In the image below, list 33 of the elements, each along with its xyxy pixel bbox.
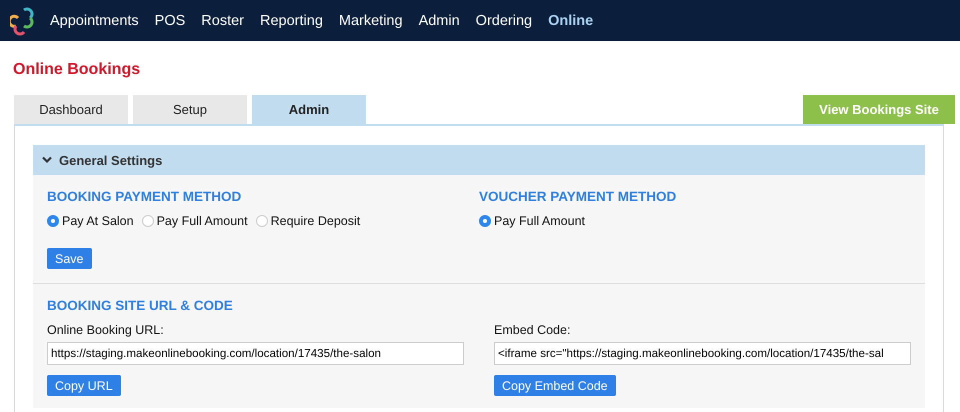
radio-option[interactable]: Pay At Salon [47,214,134,228]
copy-button[interactable]: Copy URL [47,375,121,396]
nav-link[interactable]: Roster [201,12,244,28]
nav-link[interactable]: Appointments [50,12,139,28]
radio-option[interactable]: Pay Full Amount [479,214,586,228]
copy-button[interactable]: Copy Embed Code [494,375,616,396]
nav-link[interactable]: Ordering [476,12,532,28]
nav-link[interactable]: Online [548,12,594,28]
section-heading: BOOKING PAYMENT METHOD [47,189,242,204]
radio-icon[interactable] [479,215,491,227]
nav-link[interactable]: Reporting [260,12,323,28]
chevron-icon [42,156,52,164]
field-label: Embed Code: [494,323,572,337]
radio-icon[interactable] [256,215,268,227]
logo-icon [10,6,36,36]
tab[interactable]: Dashboard [14,95,128,124]
field-label: Online Booking URL: [47,323,165,337]
tab[interactable]: Setup [133,95,247,124]
input-field[interactable]: https://staging.makeonlinebooking.com/location/17435/the-salon [47,342,464,365]
radio-icon[interactable] [47,215,59,227]
section-heading: BOOKING SITE URL & CODE [47,298,234,313]
page-title: Online Bookings [13,61,142,79]
nav-link[interactable]: Marketing [338,12,403,28]
radio-option[interactable]: Pay Full Amount [142,214,248,228]
radio-icon[interactable] [142,215,154,227]
save-button[interactable]: Save [47,248,92,269]
input-field[interactable]: <iframe src="https://staging.makeonlinebooking.com/location/17435/the-sal [494,342,911,365]
radio-option[interactable]: Require Deposit [256,214,360,228]
nav-link[interactable]: Admin [418,12,460,28]
section-header[interactable]: General Settings [33,145,925,175]
tab[interactable]: Admin [252,95,366,124]
nav-link[interactable]: POS [154,12,186,28]
section-heading: VOUCHER PAYMENT METHOD [479,189,678,204]
